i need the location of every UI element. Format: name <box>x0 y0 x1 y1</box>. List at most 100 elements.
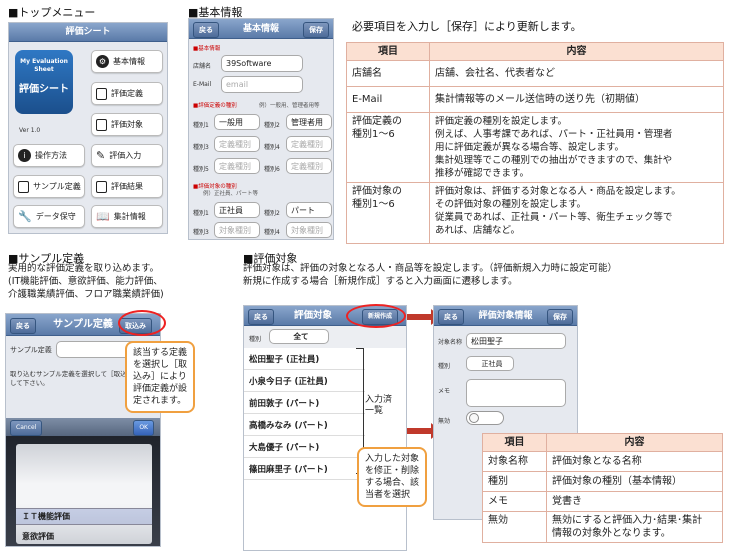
kind6-label: 種別6 <box>264 166 280 173</box>
kind6-input[interactable]: 定義種別 <box>286 158 332 174</box>
ok-button[interactable]: OK <box>133 420 154 436</box>
table-cell-item: 店舗名 <box>346 60 430 87</box>
menu-label: データ保守 <box>35 212 76 221</box>
menu-summary-button[interactable]: 📖 集計情報 <box>91 205 163 228</box>
table-row: 評価対象の 種別1～6 評価対象は、評価する対象となる人・商品を設定します。 その評… <box>346 182 724 244</box>
tkind4-input[interactable]: 対象種別 <box>286 222 332 238</box>
kind-filter-row: 種別 全て <box>244 326 406 348</box>
target-info-title: 評価対象情報 <box>478 311 533 321</box>
menu-sample-def-button[interactable]: サンプル定義 <box>13 175 85 198</box>
list-item[interactable]: 高橋みなみ (パート) <box>244 414 365 436</box>
kind3-input[interactable]: 定義種別 <box>214 136 260 152</box>
table-cell-content: 無効にすると評価入力･結果･集計 情報の対象外となります。 <box>546 511 723 543</box>
tkind3-label: 種別3 <box>193 229 209 236</box>
import-highlight-ellipse <box>118 310 166 336</box>
save-button[interactable]: 保存 <box>547 309 573 325</box>
picker-toolbar: Cancel OK <box>6 418 160 436</box>
list-item[interactable]: 篠田麻里子 (パート) <box>244 458 365 480</box>
name-input[interactable]: 松田聖子 <box>466 333 566 349</box>
kind2-input[interactable]: 管理者用 <box>286 114 332 130</box>
list-item[interactable]: 松田聖子 (正社員) <box>244 348 365 370</box>
tkind1-input[interactable]: 正社員 <box>214 202 260 218</box>
table-cell-content: 店舗、会社名、代表者など <box>429 60 724 87</box>
basic-info-screen: 基本情報 戻る 保存 ■基本情報 店舗名 39Software E-Mail e… <box>188 18 334 240</box>
section-top-menu: ■トップメニュー <box>8 6 96 19</box>
kind1-input[interactable]: 一般用 <box>214 114 260 130</box>
tkind3-input[interactable]: 対象種別 <box>214 222 260 238</box>
table-cell-content: 評価対象となる名称 <box>546 451 723 472</box>
table-cell-item: 対象名称 <box>482 451 547 472</box>
basic-info-table: 項目 内容 店舗名 店舗、会社名、代表者など E-Mail 集計情報等のメール送… <box>346 42 724 244</box>
cancel-button[interactable]: Cancel <box>10 420 43 436</box>
book-icon: 📖 <box>96 210 110 223</box>
back-button[interactable]: 戻る <box>248 309 274 325</box>
table-cell-content: 集計情報等のメール送信時の送り先（初期値） <box>429 86 724 113</box>
table-cell-item: 種別 <box>482 471 547 492</box>
menu-howto-button[interactable]: i 操作方法 <box>13 144 85 167</box>
back-button[interactable]: 戻る <box>193 22 219 38</box>
kind4-input[interactable]: 定義種別 <box>286 136 332 152</box>
back-button[interactable]: 戻る <box>10 318 36 334</box>
back-button[interactable]: 戻る <box>438 309 464 325</box>
kind1-label: 種別1 <box>193 122 209 129</box>
kind-filter-label: 種別 <box>249 336 262 343</box>
section-target-note: 例）正社員、パート等 <box>203 191 259 197</box>
picker[interactable]: ＩＴ機能評価 意欲評価 <box>6 436 160 546</box>
kind5-input[interactable]: 定義種別 <box>214 158 260 174</box>
menu-label: 集計情報 <box>113 212 146 221</box>
email-input[interactable]: email <box>221 76 303 93</box>
target-info-titlebar: 評価対象情報 戻る 保存 <box>434 306 577 326</box>
menu-label: 基本情報 <box>113 57 145 66</box>
target-callout: 入力した対象 を修正・削除 する場合、該 当者を選択 <box>357 447 428 507</box>
top-menu-titlebar: 評価シート <box>9 23 167 42</box>
menu-eval-result-button[interactable]: 評価結果 <box>91 175 163 198</box>
tkind4-label: 種別4 <box>264 229 280 236</box>
table-header-content: 内容 <box>546 433 723 452</box>
table-row: E-Mail 集計情報等のメール送信時の送り先（初期値） <box>346 86 724 113</box>
table-row: メモ 覚書き <box>482 491 723 512</box>
tkind1-label: 種別1 <box>193 210 209 217</box>
menu-eval-target-button[interactable]: 評価対象 <box>91 113 163 136</box>
table-header-item: 項目 <box>346 42 430 61</box>
kind-filter-select[interactable]: 全て <box>269 329 329 344</box>
sample-field-label: サンプル定義 <box>10 346 52 354</box>
contact-icon <box>96 118 107 131</box>
target-desc: 評価対象は、評価の対象となる人・商品等を設定します。（評価新規入力時に設定可能）… <box>243 263 618 287</box>
store-input[interactable]: 39Software <box>221 55 303 72</box>
sample-desc: 実用的な評価定義を取り込めます。 (IT機能評価、意欲評価、能力評価、 介護職業績評… <box>8 263 164 300</box>
list-item[interactable]: 大島優子 (パート) <box>244 436 365 458</box>
list-item[interactable]: 前田敦子 (パート) <box>244 392 365 414</box>
menu-label: サンプル定義 <box>33 182 81 191</box>
logo-big-text: 評価シート <box>19 84 69 95</box>
store-label: 店舗名 <box>193 63 212 70</box>
memo-input[interactable] <box>466 379 566 407</box>
picker-wheel[interactable]: ＩＴ機能評価 意欲評価 <box>16 444 152 544</box>
basic-info-desc: 必要項目を入力し［保存］により更新します。 <box>352 20 582 33</box>
basic-info-title: 基本情報 <box>242 24 279 34</box>
table-header-item: 項目 <box>482 433 547 452</box>
sample-hint: 取り込むサンプル定義を選択して［取込 して下さい。 <box>10 370 127 387</box>
kind-select[interactable]: 正社員 <box>466 356 514 371</box>
list-item[interactable]: 小泉今日子 (正社員) <box>244 370 365 392</box>
menu-eval-def-button[interactable]: 評価定義 <box>91 82 163 105</box>
table-cell-item: 評価定義の 種別1～6 <box>346 112 430 183</box>
section-basic-label: ■基本情報 <box>193 46 221 52</box>
menu-label: 評価入力 <box>109 151 142 160</box>
menu-basic-info-button[interactable]: ⚙ 基本情報 <box>91 50 163 73</box>
save-button[interactable]: 保存 <box>303 22 329 38</box>
disable-toggle[interactable] <box>466 411 504 425</box>
gear-icon: ⚙ <box>96 55 109 68</box>
table-cell-content: 評価対象の種別（基本情報） <box>546 471 723 492</box>
picker-item[interactable]: 意欲評価 <box>22 531 54 542</box>
kind4-label: 種別4 <box>264 144 280 151</box>
picker-item-selected[interactable]: ＩＴ機能評価 <box>22 511 70 522</box>
menu-eval-input-button[interactable]: ✎ 評価入力 <box>91 144 163 167</box>
tkind2-input[interactable]: パート <box>286 202 332 218</box>
target-list: 松田聖子 (正社員) 小泉今日子 (正社員) 前田敦子 (パート) 高橋みなみ … <box>244 348 365 548</box>
logo-line-2: Sheet <box>34 66 54 73</box>
menu-data-maint-button[interactable]: 🔧 データ保守 <box>13 205 85 228</box>
menu-label: 評価定義 <box>111 89 143 98</box>
wrench-icon: 🔧 <box>18 210 32 223</box>
table-cell-content: 評価対象は、評価する対象となる人・商品を設定します。 その評価対象の種別を設定しま… <box>429 182 724 244</box>
copy-icon <box>96 180 107 193</box>
